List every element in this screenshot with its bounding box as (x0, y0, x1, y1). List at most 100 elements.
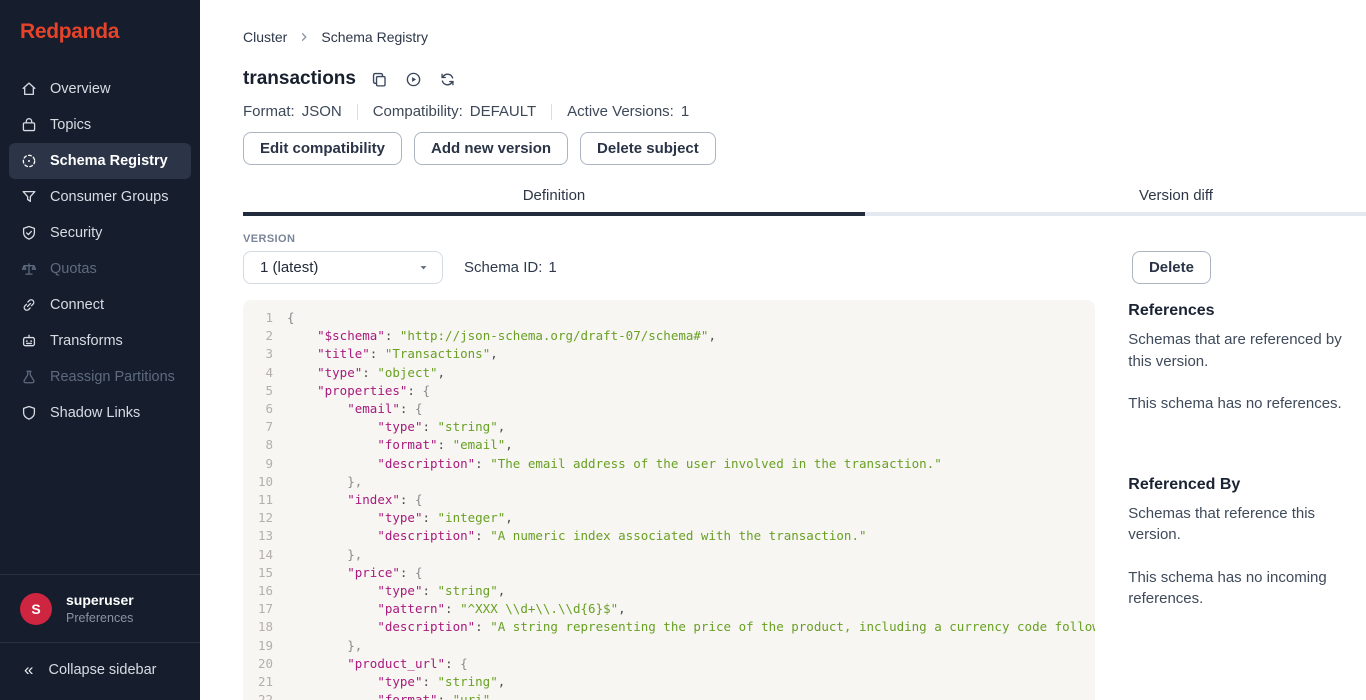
breadcrumb: Cluster Schema Registry (243, 29, 1366, 45)
code-line: 17 "pattern": "^XXX \\d+\\.\\d{6}$", (243, 600, 1095, 618)
line-number: 1 (249, 309, 273, 327)
sidebar-item-shadow-links[interactable]: Shadow Links (9, 395, 191, 431)
line-number: 18 (249, 618, 273, 636)
code-line: 20 "product_url": { (243, 655, 1095, 673)
refresh-icon[interactable] (438, 69, 458, 89)
sidebar-item-topics[interactable]: Topics (9, 107, 191, 143)
main-content: Cluster Schema Registry transactions For… (200, 0, 1366, 700)
delete-subject-button[interactable]: Delete subject (580, 132, 716, 165)
avatar: S (20, 593, 52, 625)
sidebar-item-label: Topics (50, 117, 91, 133)
version-selected-value: 1 (latest) (260, 259, 318, 276)
divider (551, 104, 552, 120)
line-number: 3 (249, 345, 273, 363)
version-label: VERSION (243, 233, 1211, 245)
shield-icon (20, 404, 38, 422)
referenced-by-title: Referenced By (1128, 476, 1366, 494)
schema-id: Schema ID:1 (464, 259, 557, 276)
tab-version-diff[interactable]: Version diff (865, 180, 1366, 216)
line-number: 10 (249, 473, 273, 491)
line-number: 8 (249, 436, 273, 454)
line-number: 14 (249, 546, 273, 564)
sidebar-item-schema-registry[interactable]: Schema Registry (9, 143, 191, 179)
code-line: 14 }, (243, 546, 1095, 564)
referenced-by-empty-text: This schema has no incoming references. (1128, 567, 1366, 610)
active-versions-meta: Active Versions:1 (567, 103, 689, 120)
code-line: 6 "email": { (243, 400, 1095, 418)
code-line: 5 "properties": { (243, 382, 1095, 400)
sidebar-item-consumer-groups[interactable]: Consumer Groups (9, 179, 191, 215)
code-line: 3 "title": "Transactions", (243, 345, 1095, 363)
breadcrumb-schema-registry: Schema Registry (321, 29, 428, 45)
add-new-version-button[interactable]: Add new version (414, 132, 568, 165)
funnel-icon (20, 188, 38, 206)
version-section: VERSION 1 (latest) Schema ID:1 Delete (243, 233, 1211, 284)
line-number: 5 (249, 382, 273, 400)
play-circle-icon[interactable] (404, 69, 424, 89)
home-icon (20, 80, 38, 98)
code-line: 10 }, (243, 473, 1095, 491)
copy-icon[interactable] (370, 69, 390, 89)
code-line: 11 "index": { (243, 491, 1095, 509)
sidebar-item-transforms[interactable]: Transforms (9, 323, 191, 359)
code-line: 19 }, (243, 637, 1095, 655)
code-line: 1{ (243, 309, 1095, 327)
sidebar: Redpanda OverviewTopicsSchema RegistryCo… (0, 0, 200, 700)
schema-registry-icon (20, 152, 38, 170)
references-empty-text: This schema has no references. (1128, 393, 1366, 415)
line-number: 13 (249, 527, 273, 545)
line-number: 2 (249, 327, 273, 345)
collapse-sidebar-button[interactable]: « Collapse sidebar (0, 642, 200, 700)
line-number: 22 (249, 691, 273, 700)
line-number: 11 (249, 491, 273, 509)
delete-version-button[interactable]: Delete (1132, 251, 1211, 284)
referenced-by-description: Schemas that reference this version. (1128, 503, 1366, 546)
version-select[interactable]: 1 (latest) (243, 251, 443, 284)
sidebar-item-label: Quotas (50, 261, 97, 277)
caret-down-icon (418, 262, 429, 273)
collapse-chevrons-icon: « (24, 661, 33, 678)
user-name: superuser (66, 592, 134, 608)
references-description: Schemas that are referenced by this vers… (1128, 329, 1366, 372)
references-panel: References Schemas that are referenced b… (1128, 300, 1366, 610)
user-preferences-link[interactable]: Preferences (66, 611, 134, 625)
robot-icon (20, 332, 38, 350)
code-line: 12 "type": "integer", (243, 509, 1095, 527)
action-buttons: Edit compatibility Add new version Delet… (243, 132, 1366, 165)
code-line: 22 "format": "uri" (243, 691, 1095, 700)
code-line: 7 "type": "string", (243, 418, 1095, 436)
flask-icon (20, 368, 38, 386)
code-line: 9 "description": "The email address of t… (243, 455, 1095, 473)
line-number: 9 (249, 455, 273, 473)
sidebar-item-label: Shadow Links (50, 405, 140, 421)
collapse-sidebar-label: Collapse sidebar (48, 662, 156, 678)
sidebar-item-label: Overview (50, 81, 110, 97)
code-line: 2 "$schema": "http://json-schema.org/dra… (243, 327, 1095, 345)
user-menu[interactable]: S superuser Preferences (0, 574, 200, 642)
shield-check-icon (20, 224, 38, 242)
subject-meta: Format:JSON Compatibility:DEFAULT Active… (243, 103, 1366, 120)
sidebar-item-label: Schema Registry (50, 153, 168, 169)
code-line: 21 "type": "string", (243, 673, 1095, 691)
edit-compatibility-button[interactable]: Edit compatibility (243, 132, 402, 165)
sidebar-item-overview[interactable]: Overview (9, 71, 191, 107)
code-line: 18 "description": "A string representing… (243, 618, 1095, 636)
line-number: 20 (249, 655, 273, 673)
topics-icon (20, 116, 38, 134)
line-number: 21 (249, 673, 273, 691)
references-title: References (1128, 302, 1366, 320)
schema-code-editor[interactable]: 1{2 "$schema": "http://json-schema.org/d… (243, 300, 1095, 700)
tab-bar: Definition Version diff (243, 180, 1366, 216)
line-number: 19 (249, 637, 273, 655)
code-line: 15 "price": { (243, 564, 1095, 582)
sidebar-item-security[interactable]: Security (9, 215, 191, 251)
line-number: 4 (249, 364, 273, 382)
tab-definition[interactable]: Definition (243, 180, 865, 216)
page-title: transactions (243, 68, 356, 90)
sidebar-item-connect[interactable]: Connect (9, 287, 191, 323)
sidebar-item-label: Connect (50, 297, 104, 313)
line-number: 15 (249, 564, 273, 582)
divider (357, 104, 358, 120)
sidebar-item-label: Transforms (50, 333, 123, 349)
breadcrumb-cluster[interactable]: Cluster (243, 29, 287, 45)
